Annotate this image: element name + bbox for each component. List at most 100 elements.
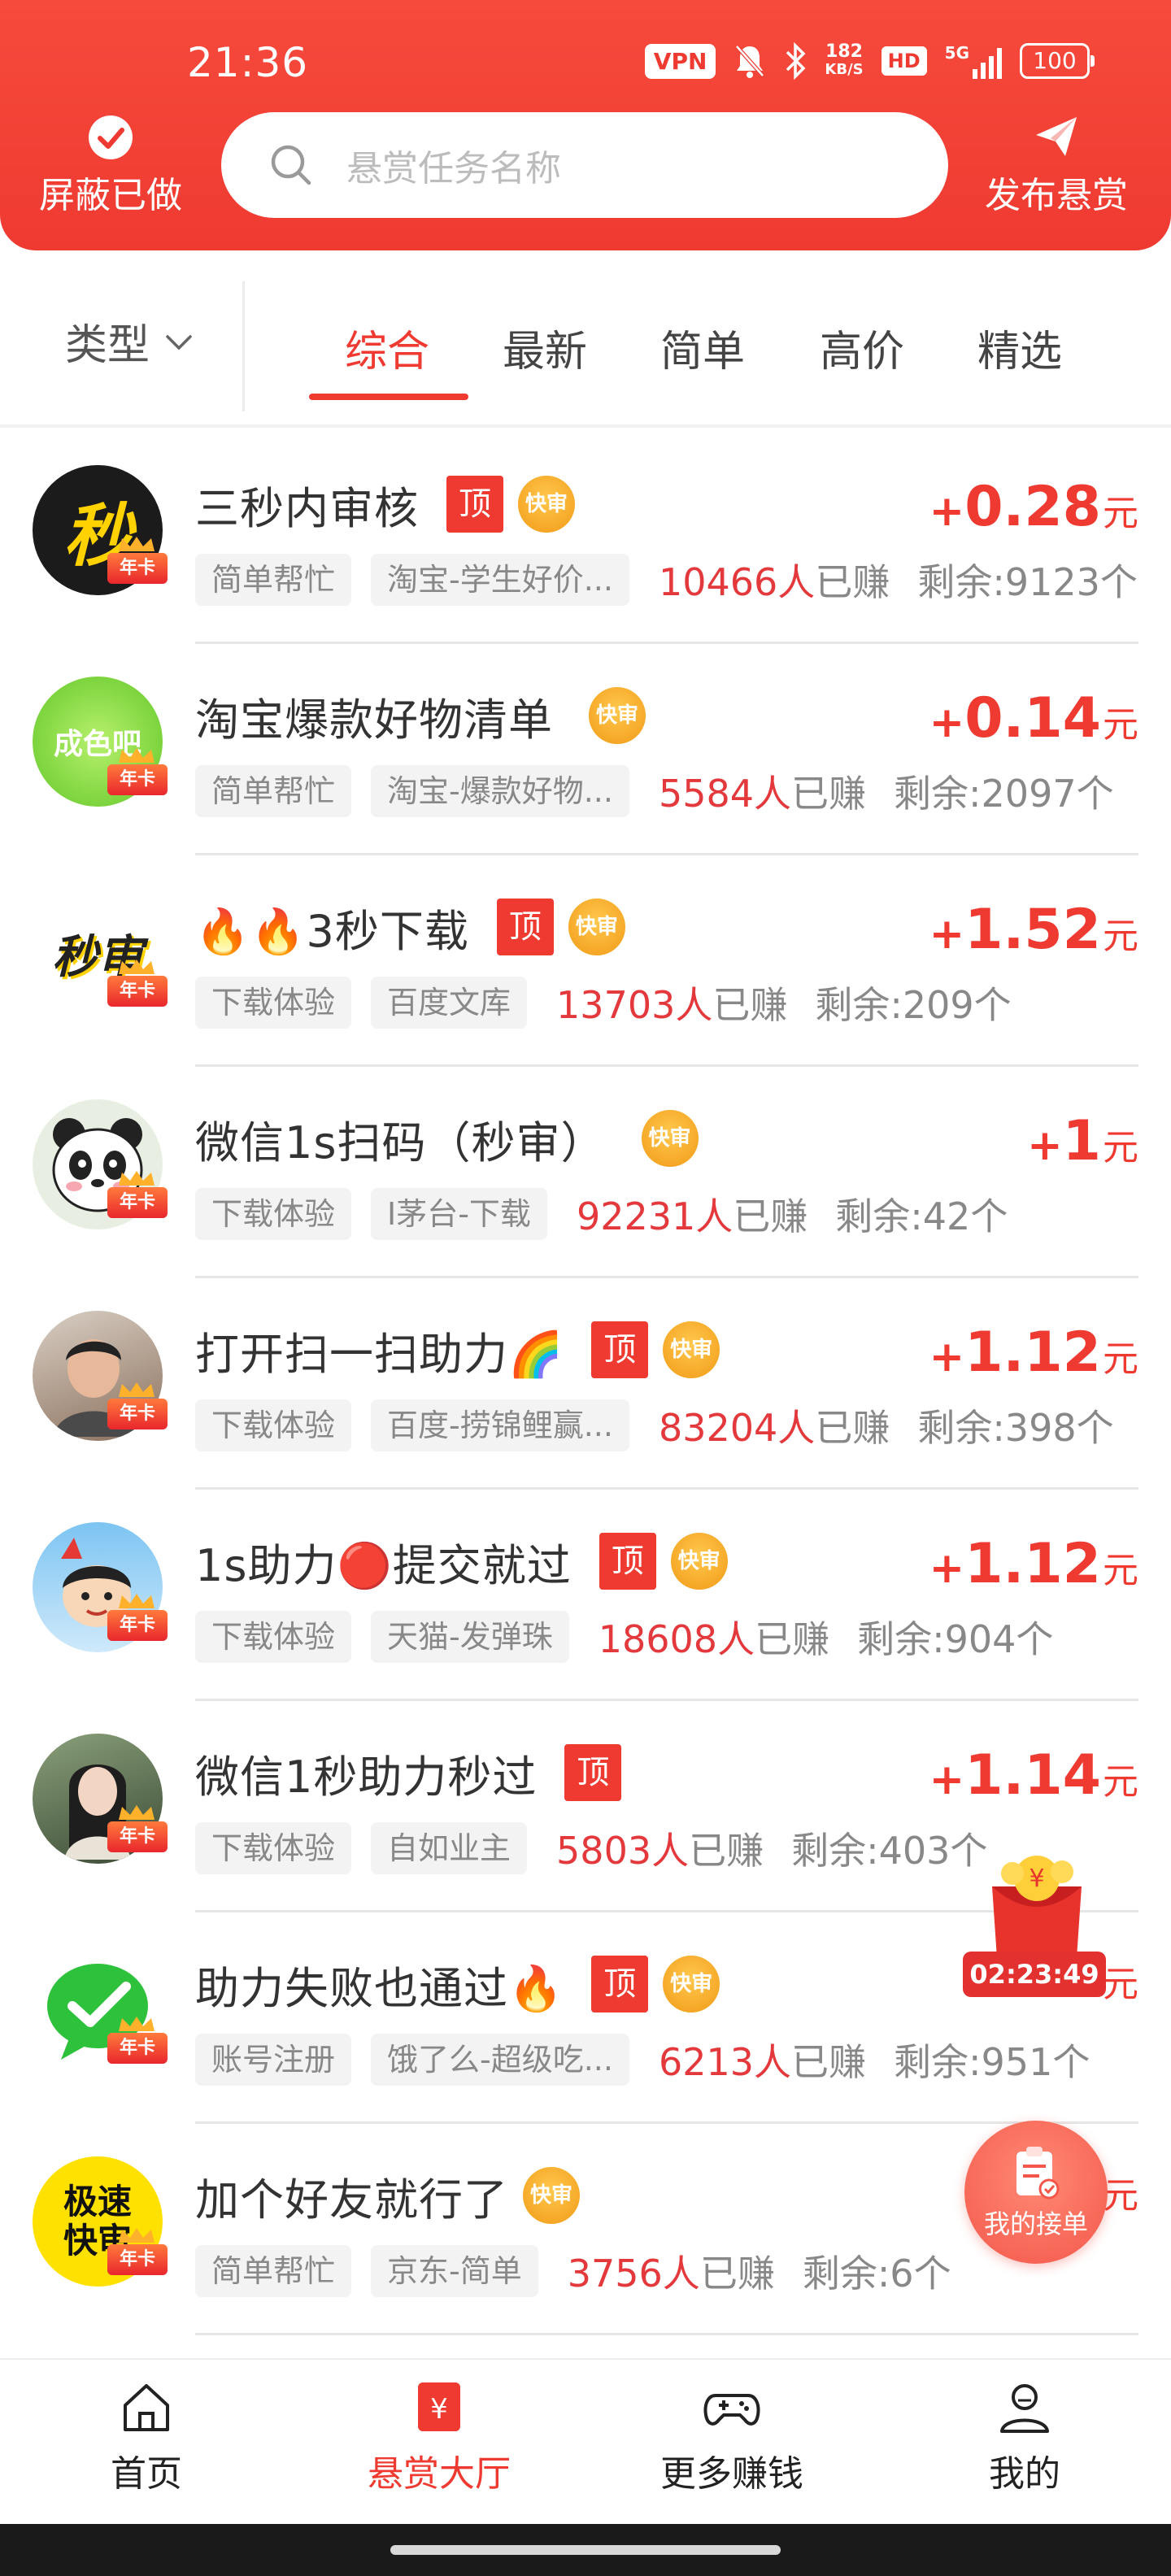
shield-done-label: 屏蔽已做 [39, 175, 182, 216]
crown-icon [119, 1382, 155, 1397]
task-title: 微信1秒助力秒过 [195, 1751, 538, 1803]
task-reward: +0.28 元 [929, 475, 1138, 539]
task-reward: +1.12 元 [929, 1321, 1138, 1385]
task-reward: +1.14 元 [929, 1743, 1138, 1808]
task-title: 淘宝爆款好物清单 [195, 694, 553, 746]
task-reward: +0.14 元 [929, 686, 1138, 751]
crown-icon [119, 959, 155, 974]
earned-count: 5803人 [556, 1829, 690, 1873]
pinned-badge: 顶 [496, 899, 554, 955]
earned-count: 5584人 [658, 772, 792, 816]
year-card-badge: 年卡 [107, 537, 168, 592]
task-avatar: 年卡 [33, 1734, 168, 1864]
nav-home[interactable]: 首页 [24, 2378, 268, 2496]
battery-indicator: 100 [1020, 43, 1095, 79]
year-card-badge: 年卡 [107, 2017, 168, 2072]
red-envelope-icon: ¥ [992, 1856, 1082, 1958]
row-divider [195, 2333, 1138, 2335]
nav-more-earning[interactable]: 更多赚钱 [610, 2378, 854, 2496]
nav-mine-label: 我的 [989, 2453, 1060, 2495]
task-project-tag: 百度文库 [371, 977, 528, 1029]
task-row[interactable]: 年卡 微信1s扫码（秒审） 快审 +1 元 下载体验 I茅台-下载 92231人已… [0, 1067, 1171, 1278]
pinned-badge: 顶 [599, 1533, 656, 1590]
publish-reward-label: 发布悬赏 [985, 175, 1128, 216]
publish-reward-button[interactable]: 发布悬赏 [971, 114, 1142, 218]
task-category-tag: 简单帮忙 [195, 554, 352, 606]
fast-review-badge: 快审 [518, 476, 575, 533]
fast-review-badge: 快审 [670, 1533, 728, 1590]
tab-latest[interactable]: 最新 [503, 317, 587, 378]
task-avatar: 极速快审 年卡 [33, 2156, 168, 2287]
task-row[interactable]: 秒 年卡 三秒内审核 顶 快审 +0.28 元 简单帮忙 淘宝-学生好价... 1… [0, 433, 1171, 644]
search-input[interactable]: 悬赏任务名称 [221, 112, 948, 218]
home-indicator[interactable] [390, 2545, 781, 2555]
remaining-count: 剩余:6个 [802, 2252, 951, 2295]
mute-bell-icon [735, 45, 765, 78]
earned-count: 18608人 [598, 1617, 755, 1661]
task-category-tag: 简单帮忙 [195, 765, 352, 817]
fast-review-badge: 快审 [568, 899, 625, 955]
year-card-badge: 年卡 [107, 1171, 168, 1226]
search-placeholder: 悬赏任务名称 [346, 148, 561, 189]
nav-home-label: 首页 [111, 2453, 182, 2495]
task-project-tag: 自如业主 [371, 1822, 528, 1874]
task-reward: +1.52 元 [929, 898, 1138, 962]
task-row[interactable]: 年卡 1s助力🔴提交就过 顶 快审 +1.12 元 下载体验 天猫-发弹珠 186… [0, 1490, 1171, 1701]
task-project-tag: 天猫-发弹珠 [371, 1611, 569, 1663]
task-category-tag: 下载体验 [195, 977, 352, 1029]
fast-review-badge: 快审 [641, 1110, 699, 1167]
remaining-count: 剩余:904个 [857, 1617, 1054, 1661]
task-category-tag: 下载体验 [195, 1399, 352, 1451]
fast-review-badge: 快审 [663, 1956, 720, 2012]
tab-high-price[interactable]: 高价 [820, 317, 904, 378]
task-project-tag: 淘宝-学生好价... [371, 554, 629, 606]
nav-reward-hall[interactable]: ¥ 悬赏大厅 [317, 2378, 561, 2496]
task-reward: +1 元 [1027, 1109, 1138, 1173]
task-title: 微信1s扫码（秒审） [195, 1116, 606, 1168]
crown-icon [119, 1171, 155, 1186]
red-packet-floating-button[interactable]: ¥ 02:23:49 [956, 1847, 1111, 2010]
remaining-count: 剩余:42个 [835, 1194, 1008, 1238]
svg-text:¥: ¥ [1029, 1865, 1044, 1893]
type-filter-label: 类型 [65, 321, 150, 370]
remaining-count: 剩余:2097个 [894, 772, 1114, 816]
task-title: 加个好友就行了 [195, 2174, 508, 2226]
remaining-count: 剩余:209个 [815, 983, 1012, 1027]
pinned-badge: 顶 [564, 1744, 622, 1801]
earned-count: 10466人 [658, 560, 816, 604]
network-speed: 182 KB/S [825, 41, 864, 79]
my-orders-label: 我的接单 [983, 2208, 1088, 2239]
task-title: 三秒内审核 [195, 482, 419, 534]
svg-text:¥: ¥ [430, 2393, 448, 2426]
type-filter-dropdown[interactable]: 类型 [65, 311, 195, 372]
remaining-count: 剩余:951个 [894, 2040, 1090, 2084]
tab-simple[interactable]: 简单 [660, 317, 745, 378]
crown-icon [119, 2228, 155, 2243]
signal-icon: 5G [945, 43, 1002, 79]
remaining-count: 剩余:9123个 [917, 560, 1138, 604]
task-row[interactable]: 成色吧 年卡 淘宝爆款好物清单 快审 +0.14 元 简单帮忙 淘宝-爆款好物..… [0, 644, 1171, 855]
tab-comprehensive[interactable]: 综合 [345, 317, 429, 378]
nav-more-earning-label: 更多赚钱 [660, 2453, 803, 2495]
status-bar: 21:36 VPN 182 KB/S HD 5G 100 [0, 33, 1171, 98]
fast-review-badge: 快审 [663, 1321, 720, 1378]
earned-count: 92231人 [576, 1194, 734, 1238]
task-reward: +1.12 元 [929, 1532, 1138, 1596]
check-circle-icon [89, 115, 133, 159]
my-orders-button[interactable]: 我的接单 [964, 2121, 1108, 2264]
crown-icon [119, 1805, 155, 1820]
shield-done-button[interactable]: 屏蔽已做 [29, 114, 192, 218]
task-avatar: 秒 年卡 [33, 465, 168, 595]
task-category-tag: 简单帮忙 [195, 2245, 352, 2297]
pinned-badge: 顶 [591, 1956, 649, 2012]
tab-featured[interactable]: 精选 [977, 317, 1062, 378]
hd-badge: HD [881, 46, 927, 76]
task-row[interactable]: 秒审 年卡 🔥🔥3秒下载 顶 快审 +1.52 元 下载体验 百度文库 13703… [0, 855, 1171, 1067]
task-category-tag: 账号注册 [195, 2034, 352, 2086]
task-project-tag: 京东-简单 [371, 2245, 538, 2297]
vpn-badge: VPN [644, 43, 716, 79]
year-card-badge: 年卡 [107, 1805, 168, 1860]
nav-mine[interactable]: 我的 [903, 2378, 1147, 2496]
task-row[interactable]: 年卡 打开扫一扫助力🌈 顶 快审 +1.12 元 下载体验 百度-捞锦鲤赢... … [0, 1278, 1171, 1490]
task-avatar: 成色吧 年卡 [33, 677, 168, 807]
